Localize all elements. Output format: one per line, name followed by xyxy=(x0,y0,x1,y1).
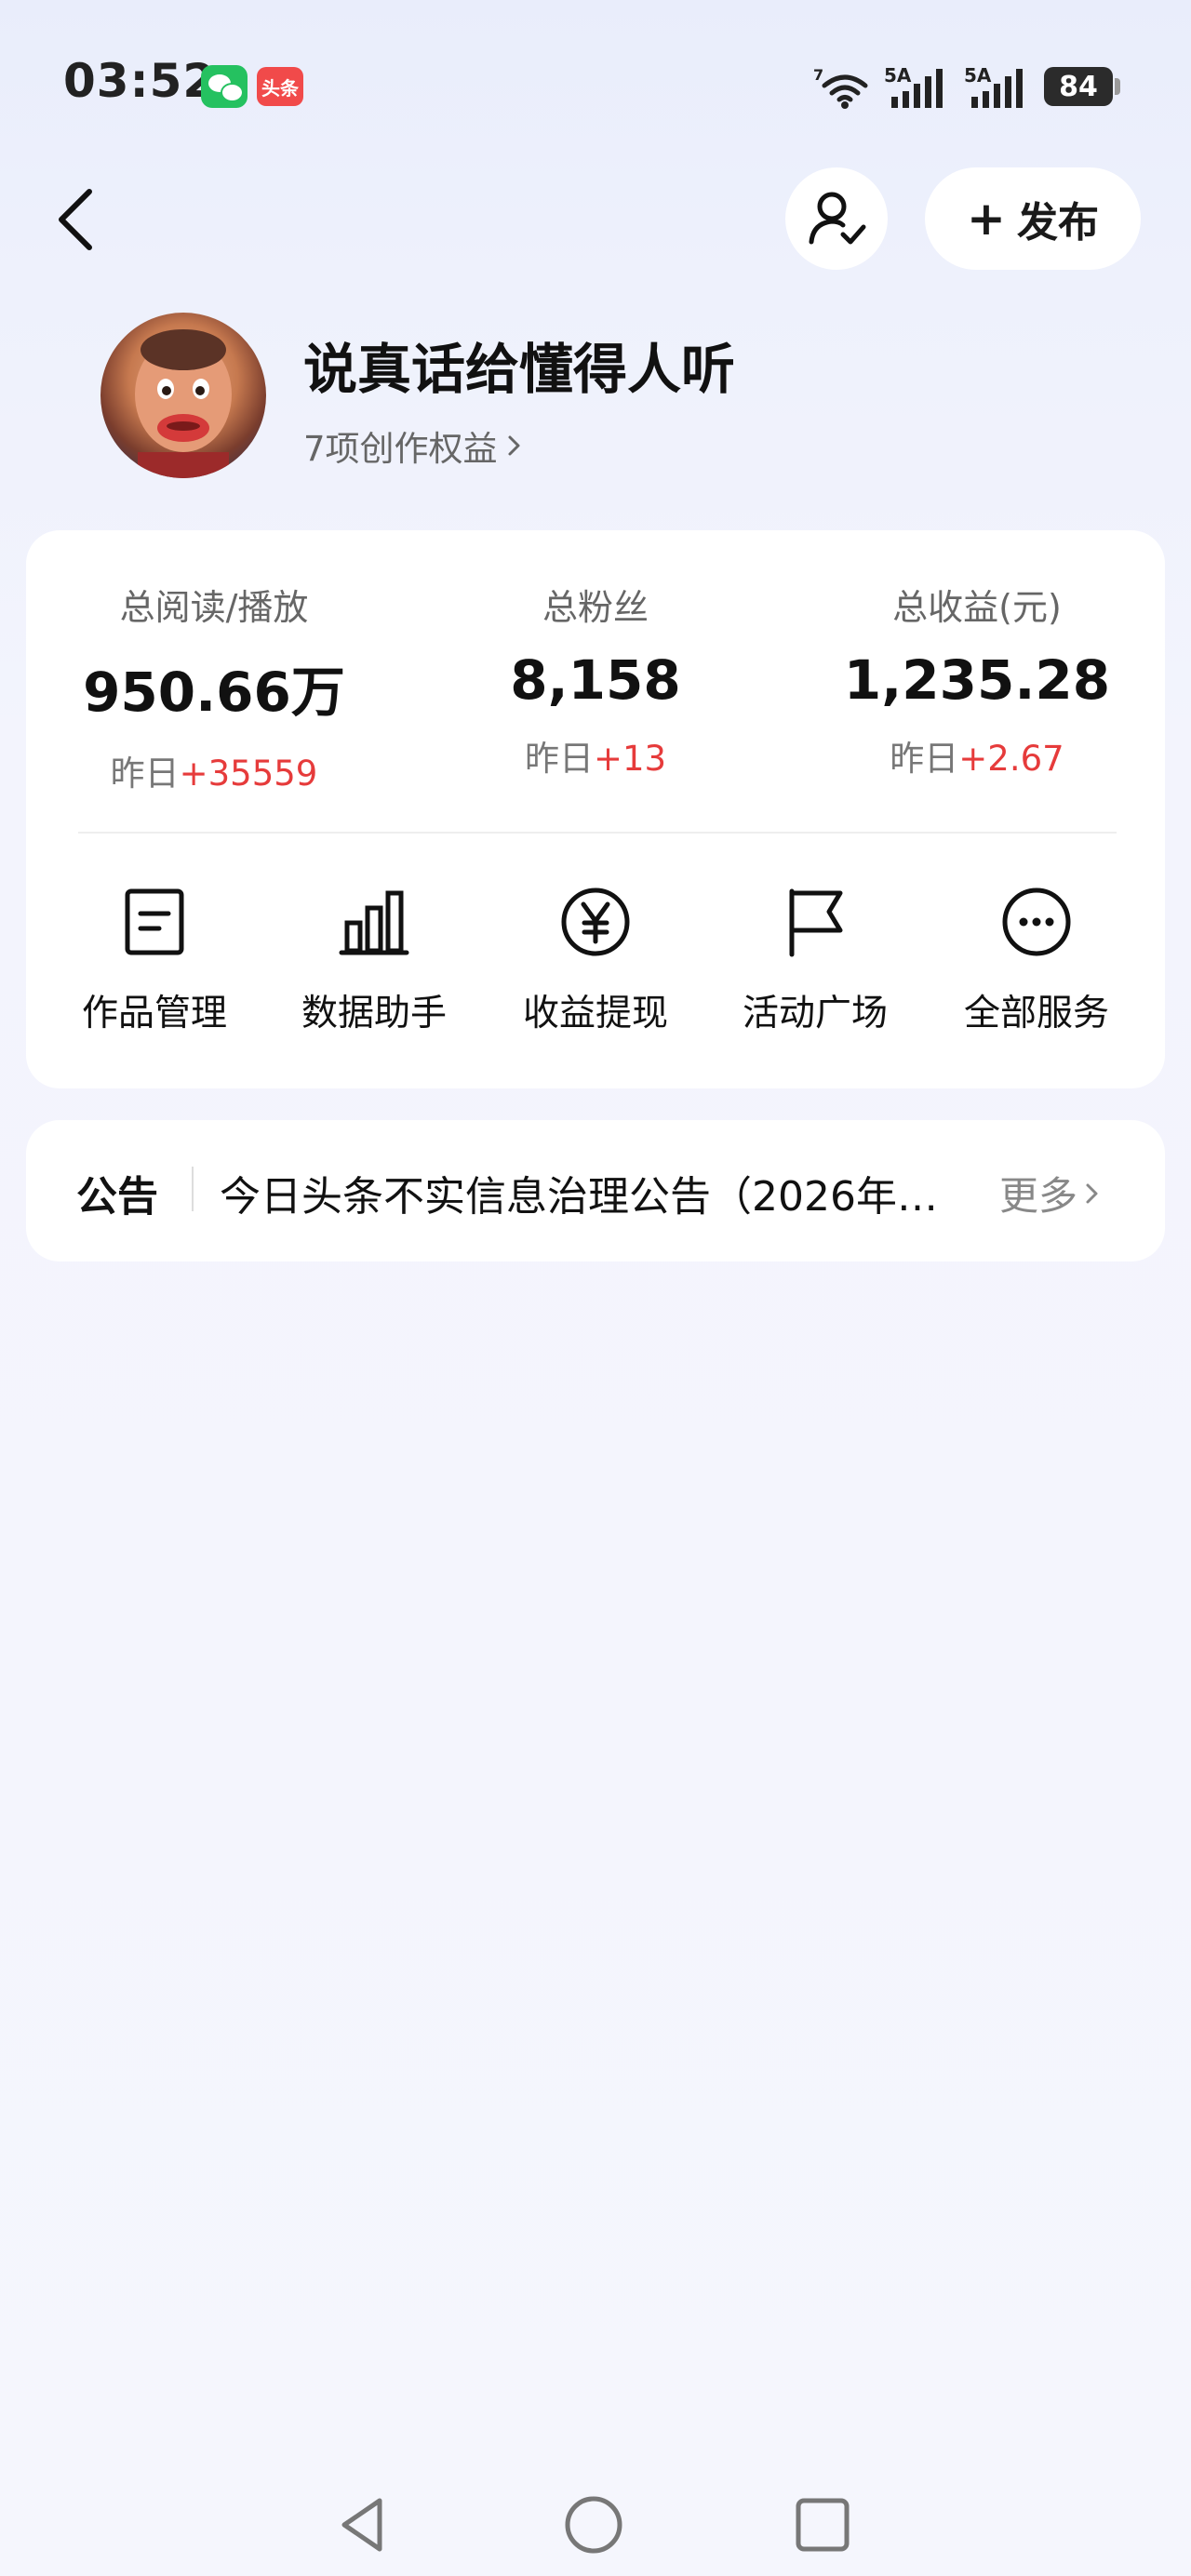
yuan-icon xyxy=(561,888,630,956)
signal-icon: 5A xyxy=(964,65,1023,108)
stat-yesterday: 昨日+13 xyxy=(524,739,667,779)
tool-activity-plaza[interactable]: 活动广场 xyxy=(703,886,927,1036)
publish-button[interactable]: + 发布 xyxy=(925,167,1141,270)
stat-total-income[interactable]: 总收益(元) 1,235.28 昨日+2.67 xyxy=(787,579,1167,781)
card-divider xyxy=(78,832,1117,834)
stat-total-reads[interactable]: 总阅读/播放 950.66万 昨日+35559 xyxy=(24,579,404,795)
avatar-image xyxy=(135,329,232,478)
tool-label: 数据助手 xyxy=(301,993,447,1034)
chevron-right-icon xyxy=(1086,1183,1098,1203)
more-label: 更多 xyxy=(999,1173,1078,1219)
stat-label: 总粉丝 xyxy=(542,587,649,628)
stat-value: 1,235.28 xyxy=(843,648,1111,712)
benefits-label: 7项创作权益 xyxy=(303,429,498,469)
stat-yesterday: 昨日+35559 xyxy=(110,754,318,794)
creator-benefits-link[interactable]: 7项创作权益 xyxy=(303,420,524,471)
tool-label: 全部服务 xyxy=(963,993,1109,1034)
stat-label: 总阅读/播放 xyxy=(119,587,309,628)
wechat-icon xyxy=(201,65,248,108)
stat-value: 950.66万 xyxy=(83,661,345,724)
svg-text:5A: 5A xyxy=(964,65,992,87)
tool-income-withdraw[interactable]: 收益提现 xyxy=(484,886,707,1036)
notice-more-link[interactable]: 更多 xyxy=(999,1165,1102,1221)
stat-label: 总收益(元) xyxy=(892,587,1062,628)
plus-icon: + xyxy=(967,192,1006,246)
battery-tip xyxy=(1115,78,1120,95)
document-icon xyxy=(125,888,184,955)
avatar[interactable] xyxy=(100,313,266,478)
stat-value: 8,158 xyxy=(510,648,681,712)
notice-divider xyxy=(192,1167,194,1211)
flag-icon xyxy=(789,888,843,957)
follow-manage-button[interactable] xyxy=(785,167,888,270)
tool-label: 活动广场 xyxy=(742,993,888,1034)
nav-recents-icon[interactable] xyxy=(793,2495,852,2555)
tool-works-management[interactable]: 作品管理 xyxy=(43,886,266,1036)
nav-home-icon[interactable] xyxy=(564,2495,623,2555)
bar-chart-icon xyxy=(339,890,409,955)
stat-yesterday: 昨日+2.67 xyxy=(890,739,1064,779)
status-time: 03:52 xyxy=(63,54,217,108)
wifi-icon: 7 xyxy=(813,66,868,109)
battery-icon: 84 xyxy=(1044,67,1113,106)
signal-icon: 5A xyxy=(884,65,943,108)
back-button[interactable] xyxy=(48,184,104,255)
stat-total-fans[interactable]: 总粉丝 8,158 昨日+13 xyxy=(406,579,785,781)
tool-label: 作品管理 xyxy=(81,993,227,1034)
toutiao-icon: 头条 xyxy=(257,67,303,106)
notice-text[interactable]: 今日头条不实信息治理公告（2026年第1期） xyxy=(220,1163,964,1222)
svg-text:7: 7 xyxy=(813,66,823,84)
publish-label: 发布 xyxy=(1016,199,1099,247)
user-check-icon xyxy=(809,192,866,245)
username: 说真话给懂得人听 xyxy=(303,338,736,401)
nav-back-icon[interactable] xyxy=(333,2495,393,2555)
chevron-right-icon xyxy=(508,435,520,456)
notice-tag: 公告 xyxy=(76,1173,158,1221)
tool-label: 收益提现 xyxy=(522,993,668,1034)
tool-data-assistant[interactable]: 数据助手 xyxy=(262,886,486,1036)
tool-all-services[interactable]: 全部服务 xyxy=(925,886,1148,1036)
more-icon xyxy=(1002,888,1071,956)
svg-text:5A: 5A xyxy=(884,65,912,87)
